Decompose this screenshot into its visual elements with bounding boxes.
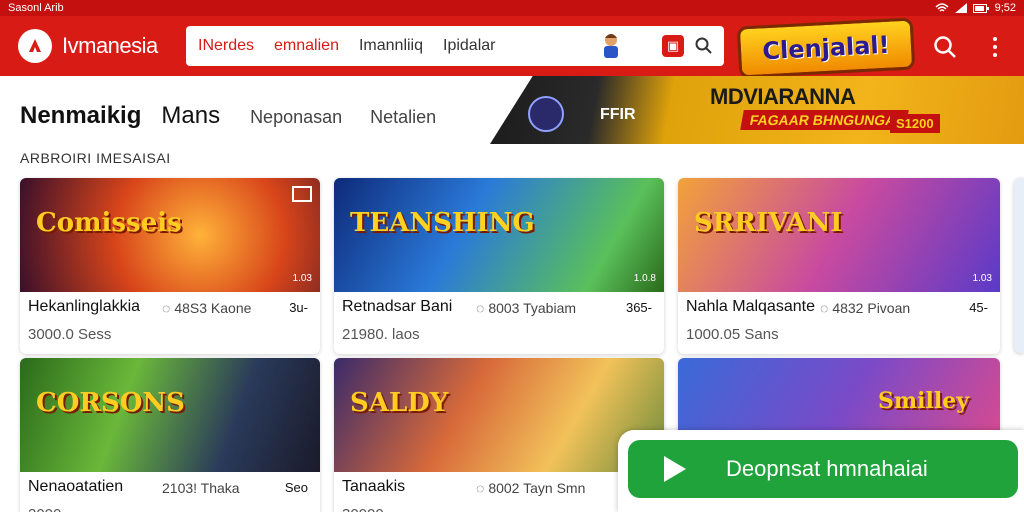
game-meta: ◌ 8003 Tyabiam	[476, 300, 577, 316]
chat-icon: ◌	[476, 300, 485, 316]
game-meta: 2103! Thaka	[162, 480, 240, 496]
promo-logo[interactable]: Clenjalal!	[736, 17, 916, 79]
game-card[interactable]: CORSONS Nenaoatatien 2103! Thaka Seo 200…	[20, 358, 320, 512]
game-sub: 30000	[342, 506, 384, 512]
game-name: Nenaoatatien	[28, 478, 124, 495]
cta-panel: Deopnsat hmnahaiai	[618, 430, 1024, 512]
emblem-icon	[528, 96, 564, 132]
play-icon	[664, 456, 686, 482]
battery-icon	[972, 3, 989, 13]
game-price: 45-	[969, 300, 988, 315]
download-button[interactable]: Deopnsat hmnahaiai	[628, 440, 1018, 498]
thumbnail-title: SRRIVANI	[694, 208, 843, 238]
status-icons: 9;52	[935, 2, 1016, 14]
tab-neponasan[interactable]: Neponasan	[250, 107, 342, 128]
promo-logo-text: Clenjalal!	[761, 30, 891, 66]
tab-nenmaikig[interactable]: Nenmaikig	[20, 102, 141, 130]
game-meta: ◌ 48S3 Kaone	[162, 300, 252, 316]
clock: 9;52	[994, 2, 1016, 14]
game-card-partial[interactable]	[1014, 178, 1024, 353]
nav-tabs: Nenmaikig Mans Neponasan Netalien	[20, 102, 464, 130]
game-card[interactable]: SRRIVANI 1.03 Nahla Malqasante ◌ 4832 Piv…	[678, 178, 1000, 354]
game-meta: ◌ 8002 Tayn Smn	[476, 480, 586, 496]
game-thumbnail[interactable]: Comisseis 1.03	[20, 178, 320, 292]
status-left-text: Sasonl Arib	[8, 2, 64, 14]
thumbnail-title: SALDY	[350, 388, 449, 418]
thumbnail-title: CORSONS	[36, 388, 185, 418]
game-price: Seo	[284, 480, 308, 495]
game-card[interactable]: Comisseis 1.03 Hekanlinglakkia ◌ 48S3 Kao…	[20, 178, 320, 354]
version-badge: 1.0.8	[633, 273, 656, 284]
signal-icon	[954, 3, 967, 13]
chat-icon: ◌	[476, 480, 485, 496]
game-thumbnail[interactable]: SRRIVANI 1.03	[678, 178, 1000, 292]
game-thumbnail[interactable]: CORSONS	[20, 358, 320, 472]
app-logo-icon[interactable]	[18, 29, 52, 63]
game-name: Nahla Malqasante	[686, 298, 815, 315]
game-sub: 2000	[28, 506, 61, 512]
version-badge: 1.03	[972, 273, 992, 284]
banner-subtitle: FAGAAR BHNGUNGAI	[740, 110, 910, 130]
brand-name: Ivmanesia	[62, 33, 158, 58]
game-name: Retnadsar Bani	[342, 298, 453, 315]
banner-title: MDVIARANNA	[710, 84, 856, 109]
download-button-label: Deopnsat hmnahaiai	[726, 456, 928, 481]
search-icon[interactable]	[932, 34, 958, 60]
version-badge: 1.03	[292, 273, 312, 284]
section-label: ARBROIRI IMESAISAI	[20, 150, 171, 166]
banner-app-label: FFIR	[600, 106, 636, 123]
calendar-icon[interactable]: ▣	[662, 35, 684, 57]
tab-netalien[interactable]: Netalien	[370, 107, 436, 128]
game-sub: 3000.0 Sess	[28, 326, 112, 343]
search-chip-1[interactable]: INerdes	[198, 37, 254, 55]
more-menu-icon[interactable]	[988, 34, 1002, 60]
game-thumbnail[interactable]: SALDY	[334, 358, 664, 472]
banner-price-tag: S1200	[890, 114, 940, 133]
game-thumbnail[interactable]: TEANSHING 1.0.8	[334, 178, 664, 292]
search-box[interactable]: INerdes emnalien Imannliiq Ipidalar ▣	[186, 26, 724, 66]
search-icon[interactable]	[694, 36, 714, 56]
status-bar: Sasonl Arib 9;52	[0, 0, 1024, 16]
tab-mans[interactable]: Mans	[161, 102, 220, 130]
chat-icon: ◌	[820, 300, 829, 316]
chat-icon: ◌	[162, 300, 171, 316]
search-chip-3[interactable]: Imannliiq	[359, 37, 423, 55]
thumbnail-title: Comisseis	[36, 208, 182, 238]
game-name: Hekanlinglakkia	[28, 298, 141, 315]
search-chip-2[interactable]: emnalien	[274, 37, 339, 55]
thumbnail-title: TEANSHING	[350, 208, 535, 238]
game-card[interactable]: SALDY Tanaakis ◌8002 Tayn Smn 30000	[334, 358, 664, 512]
character-icon[interactable]	[598, 32, 624, 60]
thumbnail-title: Smilley	[878, 388, 970, 414]
search-chip-4[interactable]: Ipidalar	[443, 37, 495, 55]
game-name: Tanaakis	[342, 478, 406, 495]
game-price: 3u-	[289, 300, 308, 315]
corner-icon	[292, 186, 312, 202]
wifi-icon	[935, 3, 949, 12]
game-meta: ◌ 4832 Pivoan	[820, 300, 911, 316]
game-card[interactable]: TEANSHING 1.0.8 Retnadsar Bani ◌ 8003 Tya…	[334, 178, 664, 354]
game-sub: 21980. laos	[342, 326, 420, 343]
game-price: 365-	[625, 300, 652, 315]
game-sub: 1000.05 Sans	[686, 326, 779, 343]
promo-banner[interactable]: FFIR MDVIARANNA FAGAAR BHNGUNGAI S1200	[490, 76, 1024, 144]
